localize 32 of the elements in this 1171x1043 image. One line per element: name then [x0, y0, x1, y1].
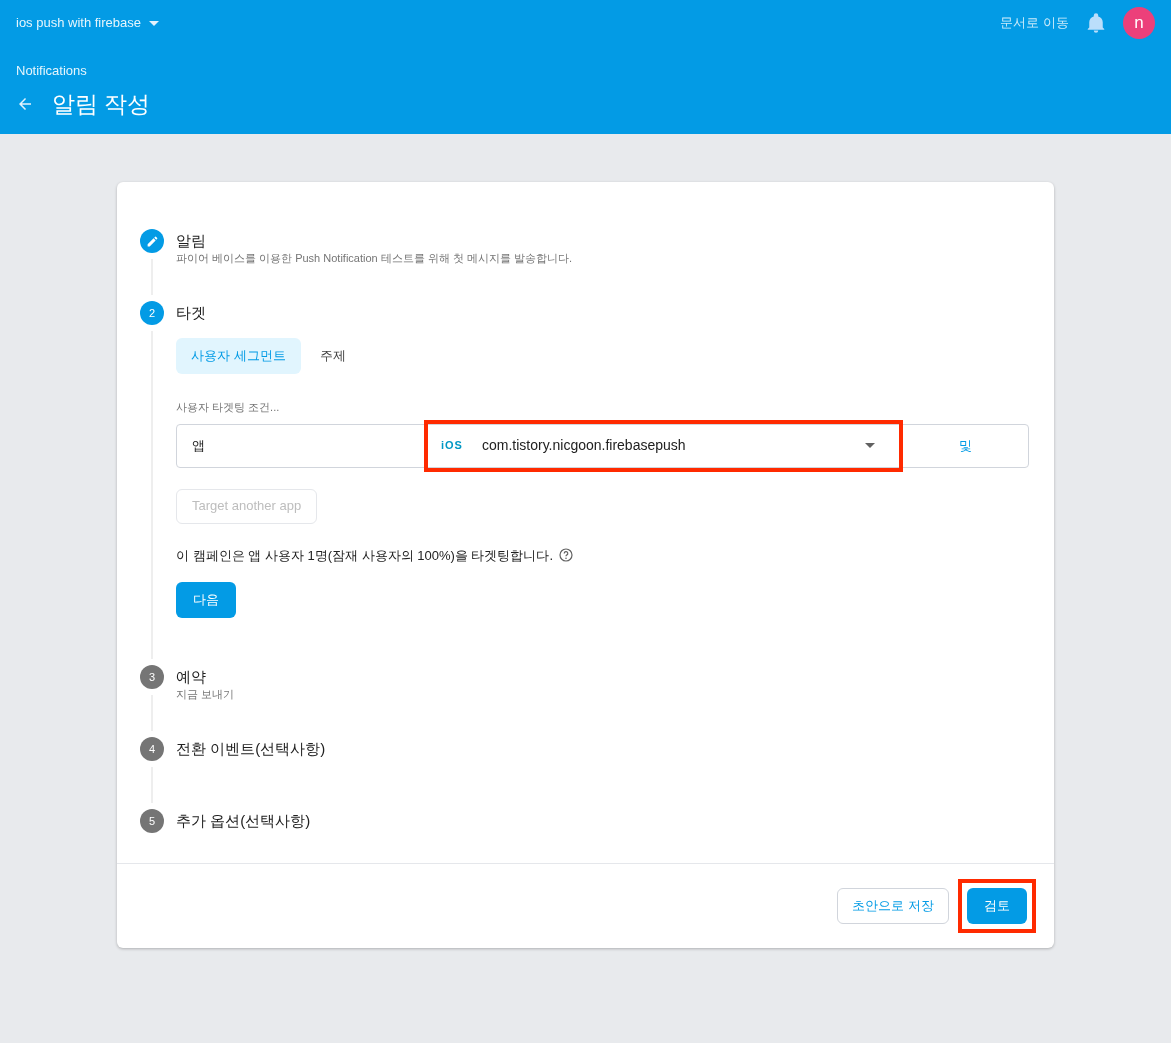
- step-subtitle: 지금 보내기: [176, 687, 235, 702]
- breadcrumb: Notifications: [16, 62, 87, 80]
- step-number: 2: [140, 301, 164, 325]
- docs-link[interactable]: 문서로 이동: [1000, 13, 1069, 33]
- step-number: 4: [140, 737, 164, 761]
- caret-icon: [149, 20, 159, 26]
- project-selector[interactable]: ios push with firebase: [16, 13, 159, 33]
- step-number: 3: [140, 665, 164, 689]
- condition-label: 사용자 타겟팅 조건...: [176, 400, 280, 415]
- review-button[interactable]: 검토: [967, 888, 1027, 924]
- segment-tab[interactable]: 사용자 세그먼트: [176, 338, 301, 374]
- save-draft-button[interactable]: 초안으로 저장: [837, 888, 949, 924]
- step-number: 5: [140, 809, 164, 833]
- step-title: 추가 옵션(선택사항): [176, 811, 311, 831]
- platform-label: iOS: [441, 438, 463, 454]
- segment-tab[interactable]: 주제: [304, 338, 361, 374]
- app-id: com.tistory.nicgoon.firebasepush: [481, 436, 687, 455]
- condition-field: 앱: [177, 435, 426, 456]
- reach-summary: 이 캠페인은 앱 사용자 1명(잠재 사용자의 100%)을 타겟팅합니다.: [176, 546, 554, 565]
- bell-icon[interactable]: [1087, 13, 1105, 33]
- help-icon[interactable]: [559, 548, 574, 563]
- next-button[interactable]: 다음: [176, 582, 236, 618]
- dropdown-icon: [865, 443, 875, 448]
- avatar[interactable]: n: [1123, 7, 1155, 39]
- and-button[interactable]: 및: [959, 435, 972, 456]
- app-select[interactable]: iOS com.tistory.nicgoon.firebasepush: [428, 423, 899, 468]
- step-title: 타겟: [176, 303, 206, 323]
- step-subtitle: 파이어 베이스를 이용한 Push Notification 테스트를 위해 첫 메시지를 발송합니다.: [176, 251, 573, 266]
- step-title: 예약: [176, 667, 206, 687]
- step-title: 알림: [176, 231, 206, 251]
- page-title: 알림 작성: [52, 89, 151, 119]
- step-title: 전환 이벤트(선택사항): [176, 739, 326, 759]
